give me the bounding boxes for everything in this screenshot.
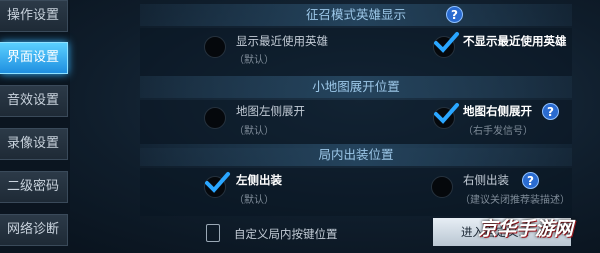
option-sublabel: （默认） (234, 195, 274, 206)
help-icon[interactable]: ? (542, 103, 559, 120)
radio-show-recent-heroes[interactable] (204, 36, 226, 58)
option-label: 右侧出装 (463, 173, 509, 187)
settings-sidebar: 操作设置 界面设置 音效设置 录像设置 二级密码 网络诊断 (0, 0, 70, 253)
radio-hide-recent-heroes[interactable] (433, 32, 459, 58)
option-label: 不显示最近使用英雄 (463, 34, 567, 48)
radio-shop-right[interactable] (431, 176, 453, 198)
option-label: 地图左侧展开 (236, 104, 305, 118)
help-icon[interactable]: ? (522, 172, 539, 189)
custom-keys-label: 自定义局内按键位置 (234, 227, 338, 241)
sidebar-item-sound[interactable]: 音效设置 (0, 85, 68, 117)
section-title: 小地图展开位置 (312, 79, 400, 94)
section-header-shop: 局内出装位置 (140, 144, 572, 166)
option-label: 显示最近使用英雄 (236, 34, 328, 48)
check-icon (434, 32, 459, 53)
section-title: 局内出装位置 (318, 147, 394, 162)
radio-minimap-right[interactable] (433, 103, 459, 129)
sidebar-item-controls[interactable]: 操作设置 (0, 0, 68, 32)
watermark-logo: 京华手游网 (478, 218, 574, 240)
option-sublabel: （右手发信号） (463, 126, 533, 137)
section-title: 征召模式英雄显示 (305, 7, 406, 22)
option-label: 左侧出装 (236, 173, 282, 187)
option-label: 地图右侧展开 (463, 104, 532, 118)
section-header-minimap: 小地图展开位置 (140, 76, 572, 98)
radio-shop-left[interactable] (204, 172, 230, 198)
phone-icon (206, 224, 220, 242)
section-header-hero-display: 征召模式英雄显示 (140, 4, 572, 26)
radio-minimap-left[interactable] (204, 107, 226, 129)
option-sublabel: （建议关闭推荐装描述） (460, 195, 570, 206)
help-icon[interactable]: ? (446, 6, 463, 23)
check-icon (434, 103, 459, 124)
option-sublabel: （默认） (234, 126, 274, 137)
sidebar-item-replay[interactable]: 录像设置 (0, 128, 68, 160)
sidebar-item-network[interactable]: 网络诊断 (0, 214, 68, 246)
sidebar-item-interface[interactable]: 界面设置 (0, 42, 68, 74)
option-sublabel: （默认） (234, 55, 274, 66)
sidebar-item-second-password[interactable]: 二级密码 (0, 171, 68, 203)
check-icon (205, 172, 230, 193)
